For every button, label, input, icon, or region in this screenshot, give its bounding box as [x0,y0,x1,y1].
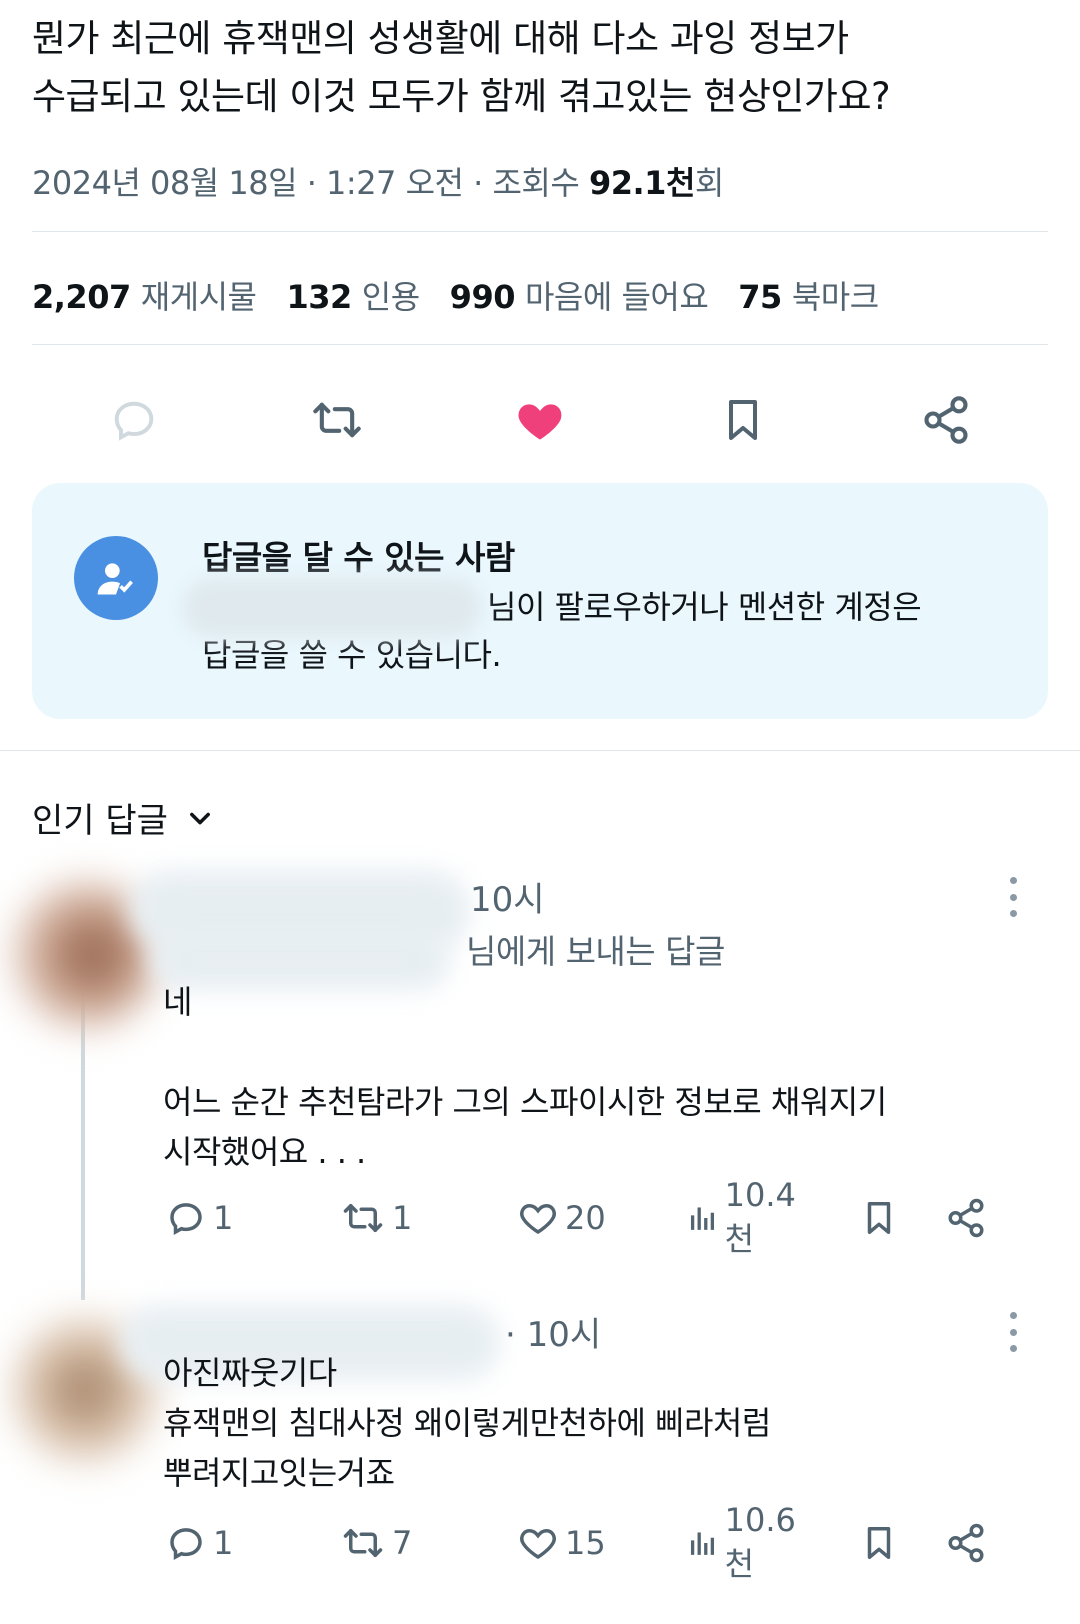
share-button[interactable] [945,1190,987,1246]
retweet-count: 7 [392,1524,413,1562]
share-button[interactable] [906,380,986,460]
share-icon [948,1523,984,1563]
user-check-icon [74,536,158,620]
reply-button[interactable] [94,380,174,460]
bookmark-button[interactable] [860,1515,898,1571]
reply-button[interactable]: 1 [165,1515,233,1571]
heart-icon [520,1203,556,1235]
like-button[interactable] [500,380,580,460]
analytics-icon [690,1207,715,1230]
share-button[interactable] [945,1515,987,1571]
tweet-text: 뭔가 최근에 휴잭맨의 성생활에 대해 다소 과잉 정보가 수급되고 있는데 이… [32,17,891,118]
divider [32,231,1048,232]
reply-settings-card: 답글을 달 수 있는 사람 님이 팔로우하거나 멘션한 계정은 답글을 쓸 수 … [32,483,1048,719]
view-suffix: 회 [694,164,724,202]
view-count: 10.6천 [724,1501,796,1583]
replying-to: 님에게 보내는 답글 [466,932,725,971]
retweet-icon [343,1529,383,1557]
sort-label: 인기 답글 [32,801,168,841]
heart-icon [520,1528,556,1560]
stat-reposts[interactable]: 2,207 재게시물 [32,272,257,318]
bookmark-icon [867,1527,891,1559]
reply-settings-title: 답글을 달 수 있는 사람 [202,538,515,577]
retweet-button[interactable] [297,380,377,460]
bookmark-icon [729,400,758,440]
retweet-button[interactable]: 7 [340,1515,412,1571]
reply-icon [170,1528,202,1560]
like-count: 15 [565,1524,606,1562]
divider [0,750,1080,751]
divider [32,344,1048,345]
bookmark-icon [867,1202,891,1234]
like-button[interactable]: 20 [517,1190,606,1246]
reply-sort-dropdown[interactable]: 인기 답글 [32,793,214,842]
views-button[interactable]: 10.6천 [687,1501,804,1583]
like-button[interactable]: 15 [517,1515,606,1571]
retweet-icon [343,1204,383,1232]
views-button[interactable]: 10.4천 [687,1176,804,1258]
analytics-icon [690,1532,715,1555]
reply-count: 1 [213,1524,234,1562]
more-options-icon[interactable] [1008,877,1018,917]
reply-icon [170,1203,202,1235]
view-count: 10.4천 [724,1176,796,1258]
retweet-count: 1 [392,1199,413,1237]
stat-quotes[interactable]: 132 인용 [286,272,420,318]
retweet-icon [313,402,361,438]
view-count: 92.1천 [588,164,695,202]
heart-filled-icon [518,404,562,440]
reply-icon [114,401,153,441]
stat-bookmarks[interactable]: 75 북마크 [738,272,879,318]
reply-count: 1 [213,1199,234,1237]
like-count: 20 [565,1199,606,1237]
bookmark-button[interactable] [860,1190,898,1246]
tweet-action-bar [32,378,1048,462]
share-icon [924,396,968,444]
reply-time: 10시 [470,880,545,920]
stat-likes[interactable]: 990 마음에 들어요 [450,272,709,318]
chevron-down-icon [190,812,210,824]
reply-text: 네 어느 순간 추천탐라가 그의 스파이시한 정보로 채워지기 시작했어요 . … [163,983,887,1171]
reply-button[interactable]: 1 [165,1190,233,1246]
bookmark-button[interactable] [703,380,783,460]
reply-text: 아진짜웃기다 휴잭맨의 침대사정 왜이렇게만천하에 삐라처럼 뿌려지고잇는거죠 [163,1354,771,1492]
more-options-icon[interactable] [1008,1312,1018,1352]
engagement-stats: 2,207 재게시물 132 인용 990 마음에 들어요 75 북마크 [32,272,879,318]
retweet-button[interactable]: 1 [340,1190,412,1246]
redacted-username [182,578,482,638]
tweet-meta: 2024년 08월 18일 · 1:27 오전 · 조회수 92.1천회 [32,158,724,204]
share-icon [948,1198,984,1238]
tweet-datetime: 2024년 08월 18일 · 1:27 오전 · 조회수 [32,164,589,202]
